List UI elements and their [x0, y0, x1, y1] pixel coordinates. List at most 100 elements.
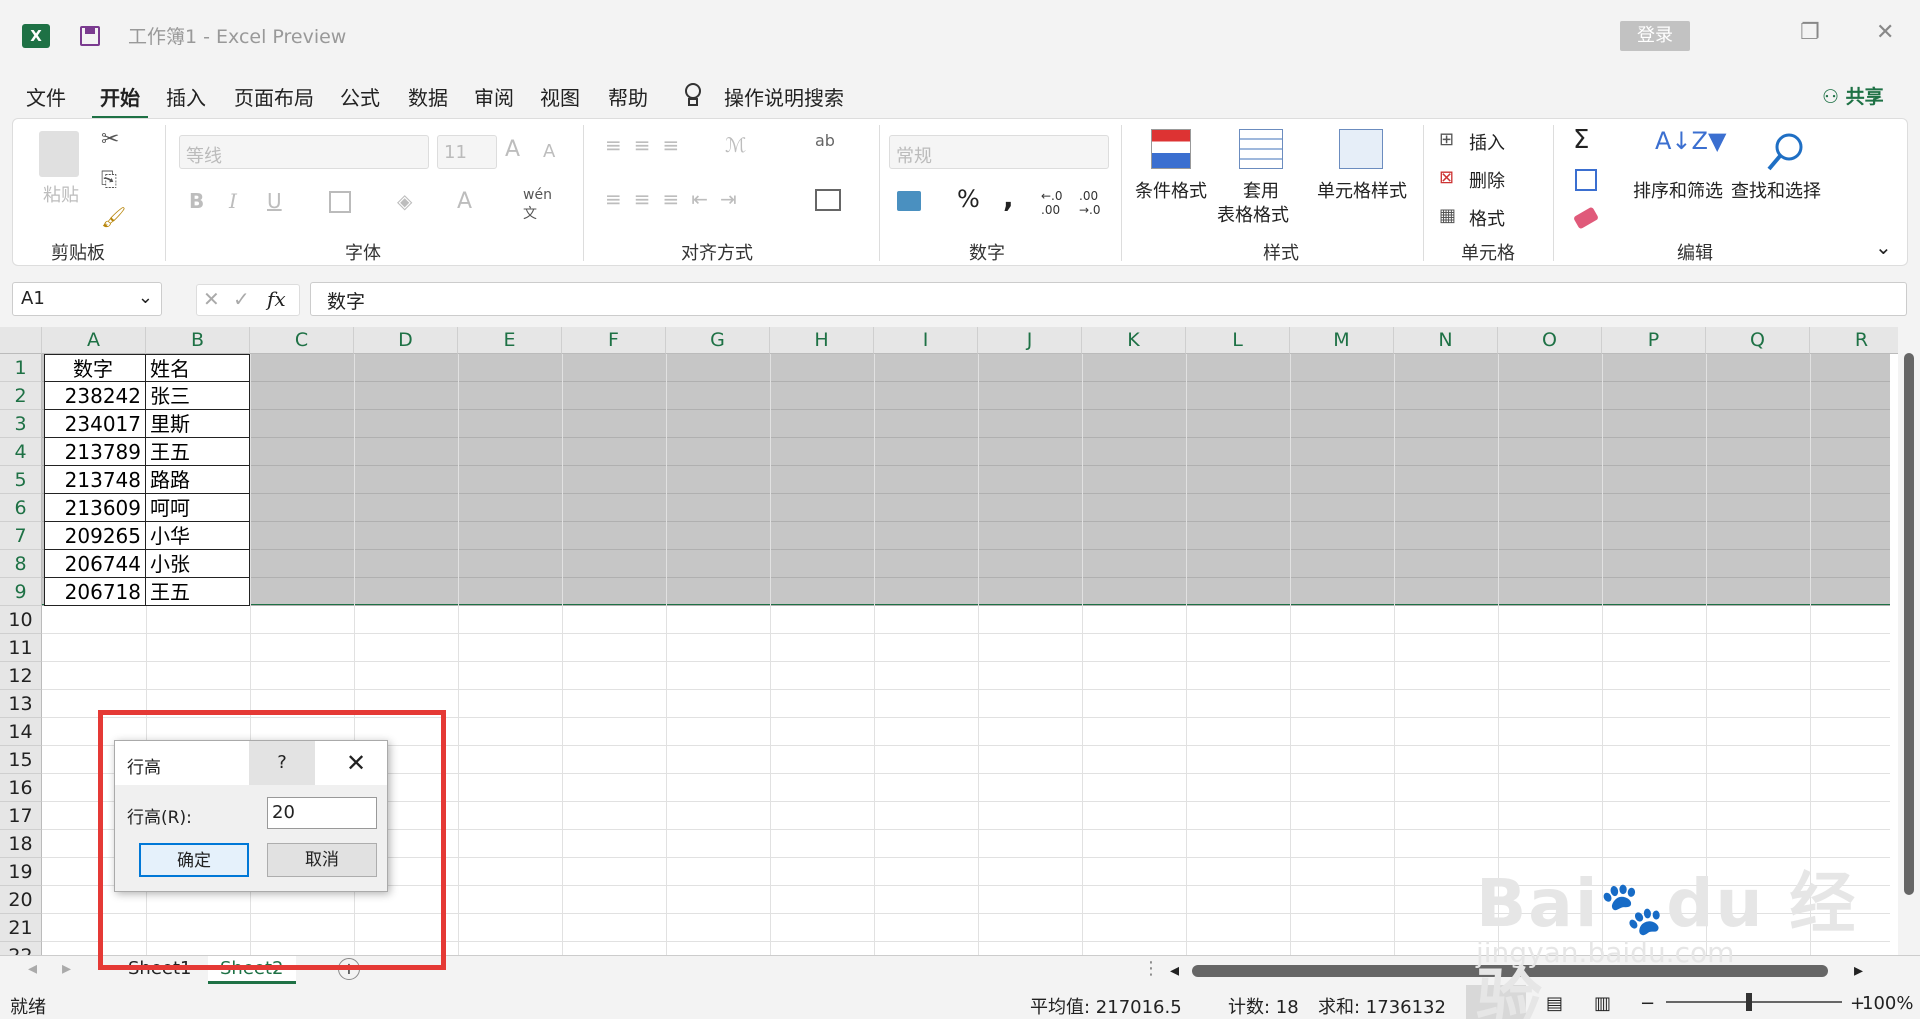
increase-decimal-icon[interactable]: ←.0.00 [1041, 189, 1063, 217]
select-all-corner[interactable] [0, 327, 42, 354]
column-header-k[interactable]: K [1082, 327, 1186, 354]
accounting-format-icon[interactable] [897, 191, 921, 211]
column-header-h[interactable]: H [770, 327, 874, 354]
column-header-i[interactable]: I [874, 327, 978, 354]
lightbulb-icon[interactable] [682, 82, 704, 113]
tab-formulas[interactable]: 公式 [340, 82, 380, 111]
vertical-align-icons[interactable]: ≡≡≡ [605, 133, 691, 157]
cell-b1[interactable]: 姓名 [146, 354, 250, 382]
comma-button[interactable]: , [1003, 181, 1014, 214]
bold-button[interactable]: B [189, 189, 204, 213]
cell-styles-icon[interactable] [1339, 129, 1383, 169]
row-header-4[interactable]: 4 [0, 438, 42, 466]
scroll-left-icon[interactable]: ◂ [1170, 960, 1179, 981]
row-header-11[interactable]: 11 [0, 634, 42, 662]
row-header-1[interactable]: 1 [0, 354, 42, 382]
cell-b5[interactable]: 路路 [146, 466, 250, 494]
cell-b8[interactable]: 小张 [146, 550, 250, 578]
clear-eraser-icon[interactable] [1572, 206, 1600, 230]
format-painter-icon[interactable]: 🖌 [101, 205, 126, 229]
cell-b7[interactable]: 小华 [146, 522, 250, 550]
close-window-icon[interactable]: ✕ [1876, 20, 1894, 45]
row-header-17[interactable]: 17 [0, 802, 42, 830]
format-as-table-label-2[interactable]: 表格格式 [1217, 201, 1289, 227]
column-header-r[interactable]: R [1810, 327, 1900, 354]
tab-insert[interactable]: 插入 [166, 82, 206, 111]
delete-cells-icon[interactable]: ⊠ [1439, 167, 1454, 188]
format-cells-button[interactable]: 格式 [1469, 205, 1505, 231]
font-size-combo[interactable]: 11 [437, 135, 497, 169]
grow-font-icon[interactable]: A [505, 137, 520, 162]
row-header-14[interactable]: 14 [0, 718, 42, 746]
cell-a6[interactable]: 213609 [44, 494, 146, 522]
column-header-l[interactable]: L [1186, 327, 1290, 354]
tab-view[interactable]: 视图 [540, 82, 580, 111]
delete-cells-button[interactable]: 删除 [1469, 167, 1505, 193]
paste-label[interactable]: 粘贴 [43, 181, 79, 207]
save-icon[interactable] [80, 26, 100, 46]
column-header-o[interactable]: O [1498, 327, 1602, 354]
row-header-8[interactable]: 8 [0, 550, 42, 578]
autosum-button[interactable]: Σ [1573, 125, 1589, 155]
cell-b6[interactable]: 呵呵 [146, 494, 250, 522]
row-header-13[interactable]: 13 [0, 690, 42, 718]
find-select-label[interactable]: 查找和选择 [1731, 177, 1821, 203]
fill-color-icon[interactable]: ◈ [397, 189, 412, 213]
cell-a7[interactable]: 209265 [44, 522, 146, 550]
fill-down-icon[interactable] [1575, 169, 1597, 191]
next-sheet-icon[interactable]: ▸ [62, 958, 71, 979]
column-header-a[interactable]: A [42, 327, 146, 354]
cell-b9[interactable]: 王五 [146, 578, 250, 606]
cell-a4[interactable]: 213789 [44, 438, 146, 466]
conditional-format-label[interactable]: 条件格式 [1135, 177, 1207, 203]
cell-a2[interactable]: 238242 [44, 382, 146, 410]
cell-a1[interactable]: 数字 [44, 354, 146, 382]
login-button[interactable]: 登录 [1620, 21, 1690, 51]
row-header-16[interactable]: 16 [0, 774, 42, 802]
insert-cells-icon[interactable]: ⊞ [1439, 129, 1454, 150]
vertical-scroll-thumb[interactable] [1904, 353, 1914, 895]
row-header-18[interactable]: 18 [0, 830, 42, 858]
row-header-3[interactable]: 3 [0, 410, 42, 438]
row-header-7[interactable]: 7 [0, 522, 42, 550]
insert-function-icon[interactable]: fx [267, 287, 286, 311]
name-box[interactable]: A1 ⌄ [12, 282, 162, 316]
column-header-f[interactable]: F [562, 327, 666, 354]
decrease-decimal-icon[interactable]: .00 →.0 [1079, 189, 1101, 217]
row-header-10[interactable]: 10 [0, 606, 42, 634]
collapse-ribbon-icon[interactable]: ⌄ [1875, 235, 1892, 259]
column-header-c[interactable]: C [250, 327, 354, 354]
split-handle-icon[interactable]: ⋮ [1142, 958, 1160, 979]
tab-data[interactable]: 数据 [408, 82, 448, 111]
shrink-font-icon[interactable]: A [543, 141, 555, 162]
insert-cells-button[interactable]: 插入 [1469, 129, 1505, 155]
percent-button[interactable]: % [957, 185, 980, 213]
cell-b2[interactable]: 张三 [146, 382, 250, 410]
row-header-2[interactable]: 2 [0, 382, 42, 410]
column-header-q[interactable]: Q [1706, 327, 1810, 354]
format-cells-icon[interactable]: ▦ [1439, 205, 1456, 226]
column-header-d[interactable]: D [354, 327, 458, 354]
cell-b3[interactable]: 里斯 [146, 410, 250, 438]
selected-range[interactable] [42, 354, 1890, 606]
format-as-table-icon[interactable] [1239, 129, 1283, 169]
font-color-button[interactable]: A [457, 189, 472, 214]
phonetic-icon[interactable]: wén 文 [523, 187, 552, 223]
column-header-m[interactable]: M [1290, 327, 1394, 354]
cell-a3[interactable]: 234017 [44, 410, 146, 438]
formula-input[interactable]: 数字 [310, 282, 1907, 316]
copy-icon[interactable]: ⎘ [101, 167, 117, 191]
prev-sheet-icon[interactable]: ◂ [28, 958, 37, 979]
column-header-n[interactable]: N [1394, 327, 1498, 354]
row-header-20[interactable]: 20 [0, 886, 42, 914]
row-header-6[interactable]: 6 [0, 494, 42, 522]
horizontal-align-icons[interactable]: ≡≡≡⇤⇥ [605, 187, 749, 211]
column-header-b[interactable]: B [146, 327, 250, 354]
format-as-table-label-1[interactable]: 套用 [1243, 177, 1279, 203]
share-button[interactable]: ⚇ 共享 [1822, 82, 1884, 109]
italic-button[interactable]: I [229, 189, 237, 213]
orientation-icon[interactable]: ℳ [725, 133, 746, 157]
row-header-21[interactable]: 21 [0, 914, 42, 942]
cell-a9[interactable]: 206718 [44, 578, 146, 606]
cancel-entry-icon[interactable]: ✕ [203, 287, 220, 311]
